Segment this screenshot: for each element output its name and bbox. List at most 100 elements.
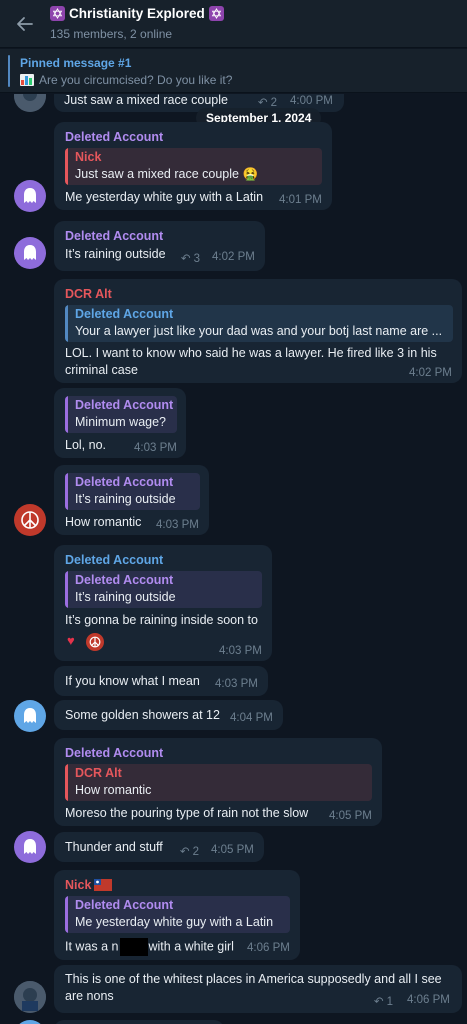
message-text: This is one of the whitest places in Ame…	[65, 972, 442, 1003]
quote-author: Deleted Account	[75, 898, 174, 912]
message-text: Lol, no.	[65, 438, 107, 452]
quote-author: Deleted Account	[75, 475, 174, 489]
pinned-message-bar[interactable]: Pinned message #1 Are you circumcised? D…	[0, 49, 467, 93]
message-author[interactable]: Deleted Account	[65, 229, 163, 243]
message-text: It was a n with a white girl	[65, 938, 234, 956]
reply-arrow-icon: ↶	[180, 846, 190, 858]
avatar[interactable]	[14, 700, 46, 732]
bar-chart-icon	[20, 74, 34, 86]
message-time: 4:06 PM	[247, 942, 290, 954]
reply-quote[interactable]: Deleted Account Me yesterday white guy w…	[65, 896, 290, 933]
reply-arrow-icon: ↶	[374, 996, 384, 1008]
avatar[interactable]	[14, 237, 46, 269]
reply-count[interactable]: ↶ 2	[258, 95, 277, 109]
message-text: Moreso the pouring type of rain not the …	[65, 806, 309, 820]
message-author[interactable]: Deleted Account	[65, 746, 163, 760]
pinned-text-row: Are you circumcised? Do you like it?	[20, 73, 232, 87]
message-time: 4:06 PM	[407, 994, 450, 1006]
ghost-icon	[24, 188, 36, 203]
message-text: Some golden showers at 12	[65, 708, 220, 722]
quote-author: Deleted Account	[75, 398, 174, 412]
message-text: Me yesterday white guy with a Latin	[65, 190, 264, 204]
chat-title: Christianity Explored	[69, 6, 205, 21]
message-author[interactable]: Deleted Account	[65, 553, 163, 567]
ghost-icon	[24, 839, 36, 854]
reply-quote[interactable]: Deleted Account It’s raining outside	[65, 571, 262, 608]
avatar[interactable]	[14, 981, 46, 1013]
ghost-icon	[24, 245, 36, 260]
avatar[interactable]	[14, 1020, 46, 1024]
message-bubble[interactable]: Deleted Account Minimum wage? Lol, no. 4…	[54, 388, 186, 458]
message-time: 4:02 PM	[212, 251, 255, 263]
title-row[interactable]: Christianity Explored	[50, 6, 224, 21]
message-time: 4:00 PM	[290, 95, 333, 107]
message-author[interactable]: DCR Alt	[65, 287, 112, 301]
avatar[interactable]	[14, 94, 46, 112]
pinned-text: Are you circumcised? Do you like it?	[39, 73, 233, 87]
quote-author: Deleted Account	[75, 573, 174, 587]
message-bubble[interactable]: Thunder and stuff ↶ 2 4:05 PM	[54, 832, 264, 862]
quote-text: It’s raining outside	[75, 492, 176, 506]
message-text: LOL. I want to know who said he was a la…	[65, 346, 437, 377]
quote-text: Your a lawyer just like your dad was and…	[75, 324, 443, 338]
reply-count[interactable]: ↶ 1	[374, 994, 393, 1008]
message-bubble[interactable]: Deleted Account It’s raining outside How…	[54, 465, 209, 535]
ghost-icon	[24, 708, 36, 723]
message-time: 4:03 PM	[219, 645, 262, 657]
flag-icon	[94, 879, 113, 891]
reply-count-value: 2	[192, 846, 200, 858]
message-text-part: with a white girl	[148, 939, 234, 954]
message-text: If you know what I mean	[65, 674, 200, 688]
reply-quote[interactable]: Deleted Account Minimum wage?	[65, 396, 177, 433]
chat-header: Christianity Explored 135 members, 2 onl…	[0, 0, 467, 48]
message-time: 4:01 PM	[279, 194, 322, 206]
message-text: Just saw a mixed race couple	[64, 94, 228, 107]
reply-quote[interactable]: Nick Just saw a mixed race couple 🤮	[65, 148, 322, 185]
message-text: How romantic	[65, 515, 142, 529]
reply-quote[interactable]: Deleted Account Your a lawyer just like …	[65, 305, 453, 342]
message-bubble[interactable]: Deleted Account DCR Alt How romantic Mor…	[54, 738, 382, 826]
message-text: It’s gonna be raining inside soon to	[65, 613, 258, 627]
message-bubble[interactable]: Deleted Account It’s raining outside ↶ 3 …	[54, 221, 265, 271]
quote-author: Nick	[75, 150, 102, 164]
message-bubble[interactable]	[54, 1020, 224, 1024]
quote-author: Deleted Account	[75, 307, 174, 321]
message-text-part: It was a n	[65, 939, 119, 954]
back-arrow-icon[interactable]	[12, 12, 38, 36]
quote-text: Me yesterday white guy with a Latin	[75, 915, 274, 929]
message-bubble[interactable]: If you know what I mean 4:03 PM	[54, 666, 268, 696]
message-time: 4:05 PM	[211, 844, 254, 856]
peace-symbol-icon	[21, 511, 39, 529]
avatar[interactable]	[14, 180, 46, 212]
message-text: It’s raining outside	[65, 247, 166, 261]
reply-count[interactable]: ↶ 2	[180, 844, 199, 858]
member-count: 135 members, 2 online	[50, 27, 173, 41]
quote-author: DCR Alt	[75, 766, 122, 780]
reply-quote[interactable]: Deleted Account It’s raining outside	[65, 473, 200, 510]
message-bubble[interactable]: Nick Deleted Account Me yesterday white …	[54, 870, 300, 960]
message-list[interactable]: Just saw a mixed race couple ↶ 2 4:00 PM …	[0, 94, 467, 1024]
message-bubble[interactable]: Deleted Account Nick Just saw a mixed ra…	[54, 122, 332, 210]
message-bubble[interactable]: Deleted Account Deleted Account It’s rai…	[54, 545, 272, 661]
reply-quote[interactable]: DCR Alt How romantic	[65, 764, 372, 801]
avatar[interactable]	[14, 831, 46, 863]
message-time: 4:03 PM	[134, 442, 177, 454]
peace-symbol-reaction-icon[interactable]	[86, 633, 104, 651]
message-time: 4:03 PM	[156, 519, 199, 531]
quote-text: Just saw a mixed race couple 🤮	[75, 167, 259, 181]
message-time: 4:05 PM	[329, 810, 372, 822]
message-bubble[interactable]: DCR Alt Deleted Account Your a lawyer ju…	[54, 279, 462, 383]
message-bubble[interactable]: This is one of the whitest places in Ame…	[54, 965, 462, 1013]
message-time: 4:03 PM	[215, 678, 258, 690]
pinned-indicator	[8, 55, 10, 87]
message-author[interactable]: Deleted Account	[65, 130, 163, 144]
reply-count[interactable]: ↶ 3	[181, 251, 200, 265]
heart-reaction-icon[interactable]: ♥	[67, 633, 75, 648]
message-bubble[interactable]: Some golden showers at 12 4:04 PM	[54, 700, 283, 730]
quote-text: Minimum wage?	[75, 415, 167, 429]
message-author[interactable]: Nick	[65, 878, 91, 892]
reply-count-value: 1	[386, 996, 394, 1008]
avatar[interactable]	[14, 504, 46, 536]
author-row: Nick	[65, 878, 113, 892]
reply-arrow-icon: ↶	[181, 253, 191, 265]
